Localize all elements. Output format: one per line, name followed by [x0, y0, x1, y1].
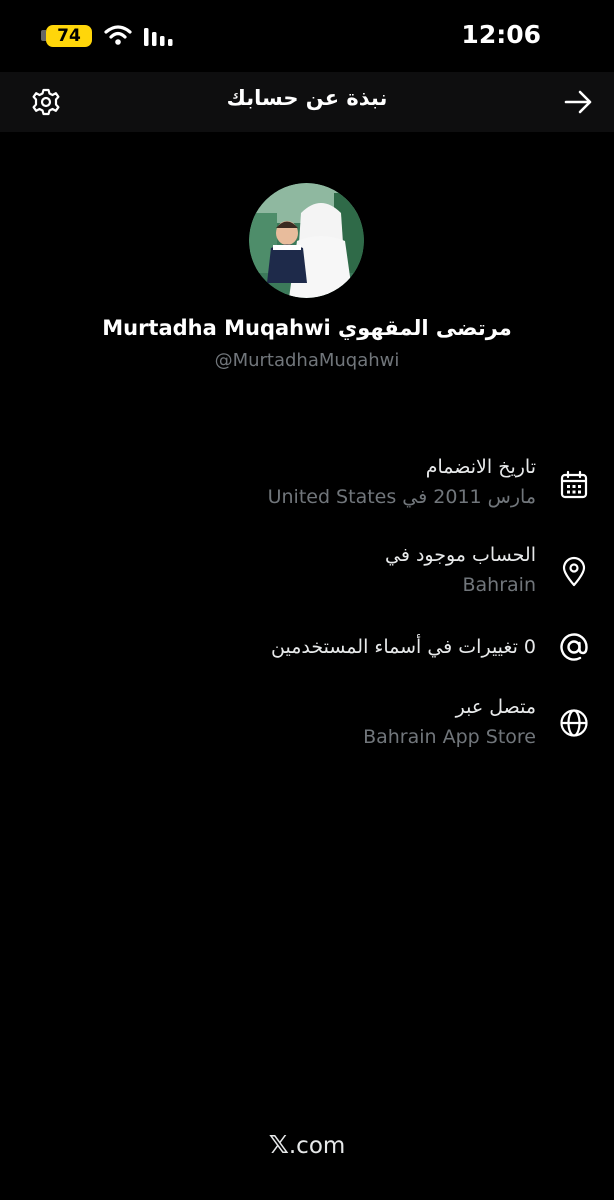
- at-sign-icon: [560, 633, 588, 661]
- detail-username-changes: 0 تغييرات في أسماء المستخدمين: [86, 632, 536, 662]
- detail-value: مارس 2011 في United States: [267, 486, 536, 508]
- wifi-icon: [104, 25, 132, 45]
- profile-avatar[interactable]: [249, 183, 364, 298]
- profile-display-name: مرتضى المقهوي Murtadha Muqahwi: [102, 316, 512, 340]
- page-title: نبذة عن حسابك: [226, 86, 388, 110]
- profile-handle: @MurtadhaMuqahwi: [214, 350, 400, 371]
- footer-brand: 𝕏.com: [0, 1130, 614, 1159]
- detail-label: الحساب موجود في: [385, 544, 536, 566]
- back-arrow-icon[interactable]: [560, 84, 596, 120]
- cellular-signal-icon: [144, 28, 173, 46]
- location-pin-icon: [562, 556, 586, 587]
- detail-connected-via: متصل عبر Bahrain App Store: [86, 692, 536, 752]
- detail-account-location: الحساب موجود في Bahrain: [86, 540, 536, 600]
- status-bar: 74 12:06: [0, 0, 614, 72]
- x-logo-mark: 𝕏: [268, 1130, 289, 1159]
- calendar-icon: [560, 470, 588, 499]
- status-clock: 12:06: [461, 20, 541, 49]
- detail-label: متصل عبر: [455, 696, 536, 718]
- detail-label: تاريخ الانضمام: [425, 456, 536, 478]
- footer-domain: .com: [288, 1133, 346, 1159]
- detail-joined-date: تاريخ الانضمام مارس 2011 في United State…: [86, 452, 536, 512]
- detail-value: Bahrain: [462, 574, 537, 596]
- detail-value: Bahrain App Store: [363, 726, 536, 748]
- nav-bar: نبذة عن حسابك: [0, 72, 614, 132]
- globe-icon: [560, 709, 588, 737]
- battery-indicator: 74: [46, 25, 92, 47]
- detail-label: 0 تغييرات في أسماء المستخدمين: [271, 636, 536, 658]
